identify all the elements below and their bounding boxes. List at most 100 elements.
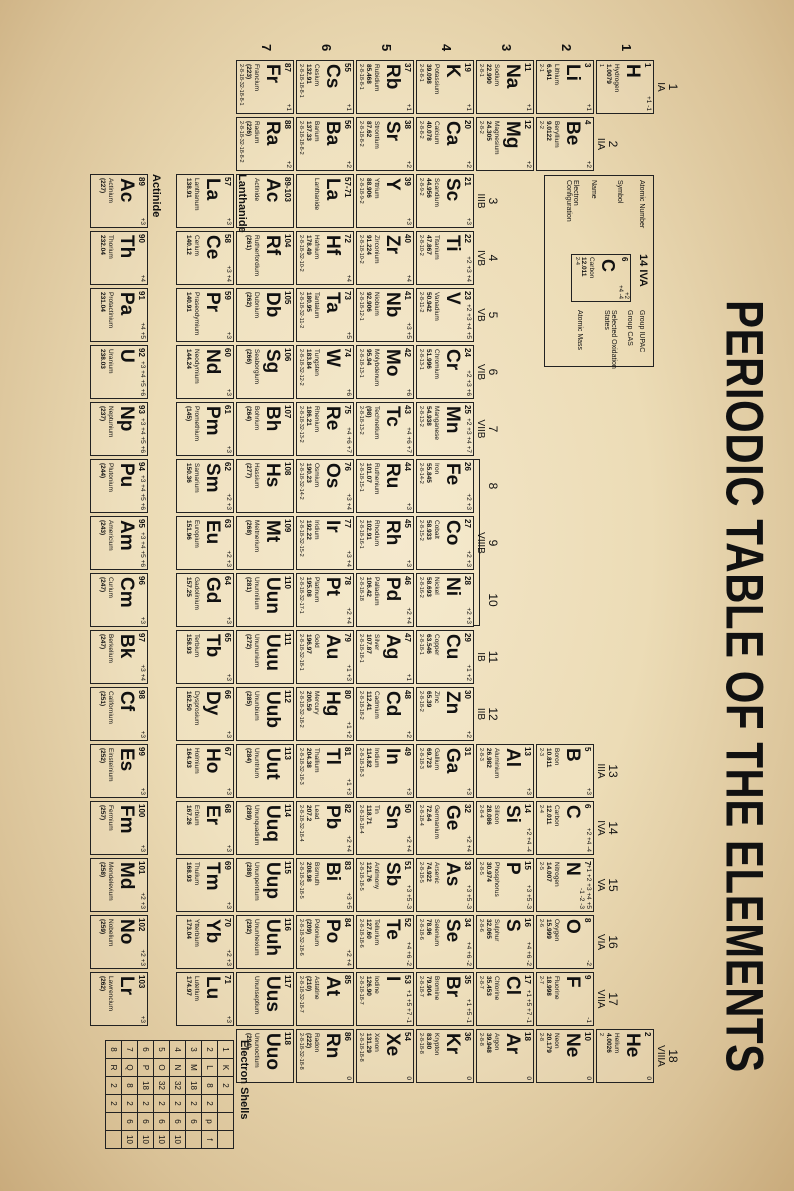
legend-name: Name	[590, 180, 597, 199]
element-name: Helium	[613, 1033, 620, 1054]
atomic-number: 14	[523, 804, 532, 813]
oxidation-states: +4	[139, 274, 146, 282]
electron-config: 2-8-3	[478, 748, 484, 761]
element-name: Antimony	[373, 862, 380, 890]
element-symbol: Sr	[382, 121, 403, 142]
atomic-number: 11	[523, 63, 532, 72]
atomic-mass: 4.0026	[605, 1033, 612, 1053]
oxidation-states: +2	[285, 160, 292, 168]
element-name: Barium	[313, 121, 320, 142]
period-label-5: 5	[379, 44, 394, 52]
atomic-mass: 87.62	[365, 121, 372, 138]
actinide-ac: 89 +3 Ac Actinium (227)	[90, 174, 148, 228]
atomic-number: 78	[343, 576, 352, 585]
element-name: Polonium	[313, 919, 320, 947]
group-label: IIIB	[475, 193, 486, 209]
element-ta: 73 +5 Ta Tantalum 180.95 2-8-18-32-11-2	[296, 288, 354, 342]
atomic-mass: 174.97	[185, 976, 192, 996]
element-symbol: No	[116, 919, 137, 945]
shell-row: 8R22	[105, 1040, 122, 1149]
atomic-mass: (259)	[99, 919, 106, 935]
element-ga: 31 +3 Ga Gallium 69.723 2-8-18-3	[416, 744, 474, 798]
element-symbol: Ge	[442, 805, 463, 831]
element-name: Platinum	[313, 577, 320, 603]
shell-cell: 2	[169, 1094, 186, 1113]
element-cl: 17 +1 +5 +7 -1 Cl Chlorine 35.453 2-8-7	[476, 972, 534, 1026]
element-name: Beryllium	[553, 121, 560, 148]
atomic-mass: (243)	[99, 520, 106, 536]
atomic-mass: 63.546	[425, 634, 432, 654]
element-te: 52 +4 +6 -2 Te Tellurium 127.60 2-8-18-18-6	[356, 915, 414, 969]
element-symbol: P	[502, 862, 523, 875]
shell-row: 1K2	[217, 1040, 234, 1149]
group-number: 17	[606, 992, 620, 1006]
element-name: Lutetium	[193, 976, 200, 1001]
element-symbol: Y	[382, 178, 403, 191]
element-symbol: Uuu	[262, 634, 283, 671]
atomic-number: 22	[463, 234, 472, 243]
electron-config: 2-8-18-32-15-2	[298, 520, 304, 557]
shell-cell: 6	[137, 1112, 154, 1131]
element-n: 7 +1 +2 +3 +4 +5 -1 -2 -3 N Nitrogen 14.007 2…	[536, 858, 594, 912]
element-symbol: Os	[322, 463, 343, 489]
oxidation-states: +3	[225, 616, 232, 624]
element-symbol: Rb	[382, 64, 403, 90]
group-header-13: 13 IIIA	[595, 744, 620, 798]
atomic-mass: 55.845	[425, 463, 432, 483]
element-mg: 12 +2 Mg Magnesium 24.305 2-8-2	[476, 117, 534, 171]
atomic-number: 114	[283, 804, 292, 817]
shell-cell: 8	[201, 1076, 218, 1095]
shell-cell: 8	[121, 1076, 138, 1095]
element-symbol: Rh	[382, 520, 403, 546]
electron-config: 2-8-10-2	[418, 235, 424, 256]
element-uuq: 114 Uuq Ununquadium (289)	[236, 801, 294, 855]
atomic-mass: (292)	[245, 919, 252, 935]
oxidation-states: +4 +6 -2	[525, 941, 532, 966]
atomic-number: 5	[583, 747, 592, 752]
element-name: Xenon	[373, 1033, 380, 1052]
oxidation-states: +3	[225, 388, 232, 396]
shell-cell: 5	[153, 1040, 170, 1059]
electron-config: 2-8-18-8	[418, 1033, 424, 1054]
group-number: 15	[606, 878, 620, 892]
oxidation-states: +3	[465, 787, 472, 795]
lanthanide-la: 57 +3 La Lanthanum 138.91	[176, 174, 234, 228]
atomic-mass: 78.96	[425, 919, 432, 936]
atomic-mass: 112.41	[365, 691, 372, 711]
electron-config: 2-8-9-2	[418, 178, 424, 196]
atomic-number: 18	[523, 1032, 532, 1041]
element-symbol: Ce	[202, 235, 223, 260]
electron-config: 2-8-18-32-18-7	[298, 976, 304, 1013]
atomic-number: 49	[403, 747, 412, 756]
shell-cell: 10	[137, 1130, 154, 1149]
element-symbol: Bh	[262, 406, 283, 432]
atomic-number: 46	[403, 576, 412, 585]
electron-config: 2-8-18-32-10-2	[298, 235, 304, 272]
element-symbol: Ca	[442, 121, 463, 146]
lanthanide-gd: 64 +3 Gd Gadolinium 157.25	[176, 573, 234, 627]
element-name: Aluminium	[493, 748, 500, 779]
element-name: Erbium	[193, 805, 200, 826]
oxidation-states: +3	[525, 787, 532, 795]
atomic-number: 51	[403, 861, 412, 870]
lanthanide-label: Lanthanide	[236, 174, 248, 233]
element-name: Vanadium	[433, 292, 440, 321]
atomic-mass: 1.0079	[605, 64, 612, 84]
atomic-number: 20	[463, 120, 472, 129]
electron-config: 2-8-8-2	[418, 121, 424, 139]
atomic-mass: 151.96	[185, 520, 192, 540]
oxidation-states: +4 +6 +7	[405, 427, 412, 453]
element-name: Rubidium	[373, 64, 380, 92]
oxidation-states: +6	[405, 388, 412, 396]
shell-cell: 32	[153, 1076, 170, 1095]
electron-config: 2-8-6	[478, 919, 484, 932]
element-symbol: Se	[442, 919, 463, 943]
element-symbol: Lr	[116, 976, 137, 995]
element-symbol: Pr	[202, 292, 223, 313]
shell-cell: 18	[185, 1076, 202, 1095]
atomic-mass: (222)	[305, 1033, 312, 1049]
element-si: 14 +2 +4 -4 Si Silicon 28.086 2-8-4	[476, 801, 534, 855]
element-name: Magnesium	[493, 121, 500, 155]
atomic-number: 69	[223, 861, 232, 870]
element-uub: 112 Uub Ununbium (285)	[236, 687, 294, 741]
